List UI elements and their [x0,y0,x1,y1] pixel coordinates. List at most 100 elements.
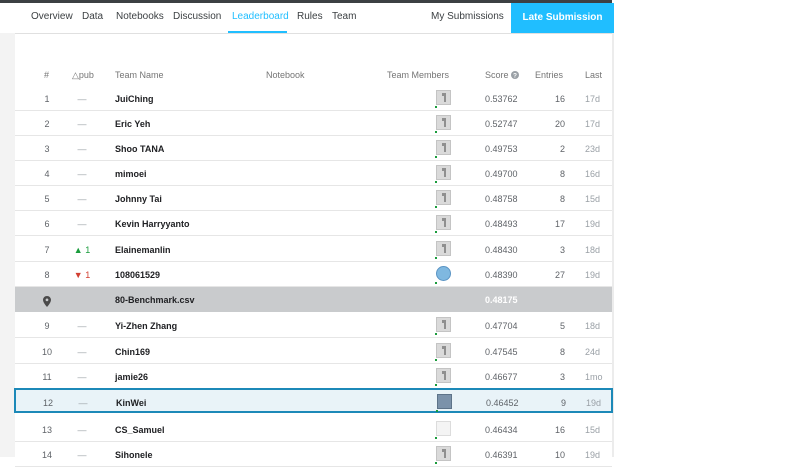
team-member-avatar[interactable] [436,446,451,461]
rank-change: — [77,94,87,104]
score: 0.47545 [485,347,518,357]
benchmark-score: 0.48175 [485,295,518,305]
team-name[interactable]: mimoei [115,169,147,179]
col-score-label: Score [485,70,509,80]
entries: 2 [559,144,565,154]
rank-change: — [77,425,87,435]
team-name[interactable]: Yi-Zhen Zhang [115,321,177,331]
team-member-avatar[interactable] [436,241,451,256]
rank-change: — [77,169,87,179]
table-row[interactable]: 6 — Kevin Harryyanto 0.48493 17 19d [15,211,612,236]
team-name[interactable]: Shoo TANA [115,144,164,154]
table-row[interactable]: 9 — Yi-Zhen Zhang 0.47704 5 18d [15,313,612,338]
table-row[interactable]: 3 — Shoo TANA 0.49753 2 23d [15,136,612,161]
team-name[interactable]: jamie26 [115,372,148,382]
table-row[interactable]: 5 — Johnny Tai 0.48758 8 15d [15,186,612,211]
table-row[interactable]: 13 — CS_Samuel 0.46434 16 15d [15,417,612,442]
team-name[interactable]: CS_Samuel [115,425,165,435]
score: 0.49700 [485,169,518,179]
table-row[interactable]: 2 — Eric Yeh 0.52747 20 17d [15,111,612,136]
col-rank: # [44,70,50,80]
rank: 14 [41,450,52,460]
team-name[interactable]: Johnny Tai [115,194,162,204]
rank: 6 [44,219,50,229]
pin-icon [43,294,51,312]
rank: 9 [44,321,50,331]
team-member-avatar[interactable] [436,368,451,383]
team-member-avatar[interactable] [436,190,451,205]
entries: 8 [559,194,565,204]
last-submission: 18d [585,321,601,331]
team-member-avatar[interactable] [436,421,451,436]
score: 0.48390 [485,270,518,280]
entries: 20 [554,119,565,129]
my-submissions-link[interactable]: My Submissions [431,11,504,22]
team-name[interactable]: JuiChing [115,94,154,104]
team-member-avatar[interactable] [437,394,452,409]
team-name[interactable]: Sihonele [115,450,153,460]
rank-change: — [77,144,87,154]
benchmark-row[interactable]: 80-Benchmark.csv 0.48175 [15,287,612,312]
team-member-avatar[interactable] [436,165,451,180]
rank-change: — [77,347,87,357]
col-delta: △pub [72,70,94,80]
team-name[interactable]: Eric Yeh [115,119,150,129]
tab-team[interactable]: Team [332,11,356,22]
entries: 16 [554,425,565,435]
late-submission-label: Late Submission [522,12,603,23]
score: 0.52747 [485,119,518,129]
table-row[interactable]: 4 — mimoei 0.49700 8 16d [15,161,612,186]
tab-overview[interactable]: Overview [31,11,73,22]
tab-discussion[interactable]: Discussion [173,11,221,22]
team-member-avatar[interactable] [436,343,451,358]
online-dot [435,333,437,335]
team-member-avatar[interactable] [436,317,451,332]
entries: 8 [559,169,565,179]
score: 0.48430 [485,245,518,255]
col-last: Last [585,70,603,80]
team-member-avatar[interactable] [436,215,451,230]
entries: 16 [554,94,565,104]
team-name[interactable]: Kevin Harryyanto [115,219,190,229]
late-submission-button[interactable]: Late Submission [511,3,614,33]
team-name[interactable]: Chin169 [115,347,150,357]
score: 0.48493 [485,219,518,229]
team-name[interactable]: KinWei [116,398,146,408]
entries: 17 [554,219,565,229]
table-row[interactable]: 8 ▼ 1 108061529 0.48390 27 19d [15,262,612,287]
team-name[interactable]: Elainemanlin [115,245,171,255]
tab-notebooks[interactable]: Notebooks [116,11,164,22]
team-member-avatar[interactable] [436,90,451,105]
left-gutter [0,33,15,457]
table-row[interactable]: 1 — JuiChing 0.53762 16 17d [15,86,612,111]
entries: 9 [560,398,566,408]
table-row[interactable]: 10 — Chin169 0.47545 8 24d [15,339,612,364]
col-score[interactable]: Score ? [485,70,520,80]
col-team-name: Team Name [115,70,164,80]
team-member-avatar[interactable] [436,140,451,155]
col-team-members: Team Members [387,70,450,80]
last-submission: 15d [585,194,601,204]
rank-change: — [77,450,87,460]
table-row[interactable]: 11 — jamie26 0.46677 3 1mo [15,364,612,389]
tab-data[interactable]: Data [82,11,103,22]
rank: 5 [44,194,50,204]
benchmark-name[interactable]: 80-Benchmark.csv [115,295,195,305]
online-dot [435,462,437,464]
tab-rules[interactable]: Rules [297,11,323,22]
team-member-avatar[interactable] [436,115,451,130]
rank: 10 [41,347,52,357]
score: 0.49753 [485,144,518,154]
rank-change: — [77,372,87,382]
rank-change: — [77,194,87,204]
table-row[interactable]: 12 — KinWei 0.46452 9 19d [14,388,613,413]
col-entries: Entries [535,70,564,80]
online-dot [435,156,437,158]
entries: 10 [554,450,565,460]
table-row[interactable]: 7 ▲ 1 Elainemanlin 0.48430 3 18d [15,237,612,262]
team-member-avatar[interactable] [436,266,451,281]
tab-leaderboard[interactable]: Leaderboard [232,11,289,22]
team-name[interactable]: 108061529 [115,270,160,280]
table-row[interactable]: 14 — Sihonele 0.46391 10 19d [15,442,612,467]
col-notebook: Notebook [266,70,305,80]
